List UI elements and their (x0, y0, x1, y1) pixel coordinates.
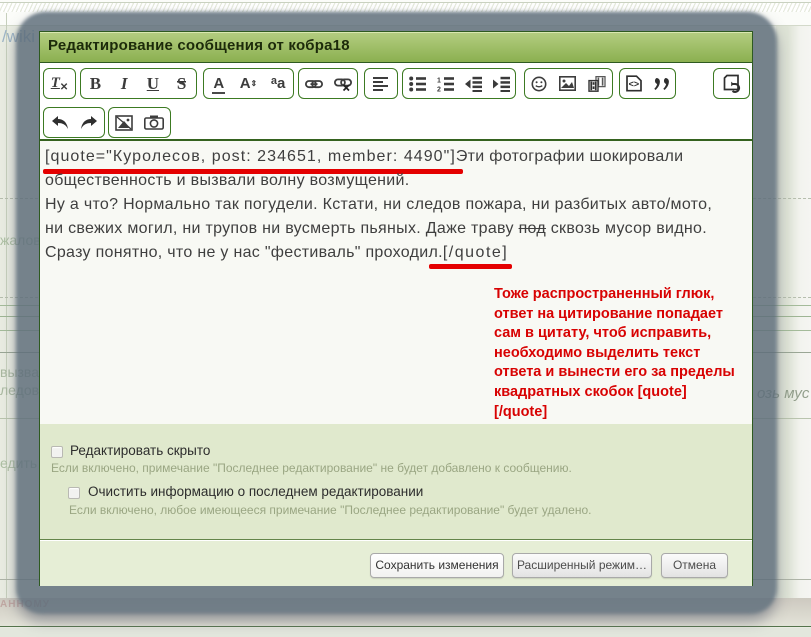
svg-text:<>: <> (628, 79, 639, 89)
svg-text:2: 2 (437, 86, 441, 92)
svg-text:1: 1 (437, 77, 441, 84)
